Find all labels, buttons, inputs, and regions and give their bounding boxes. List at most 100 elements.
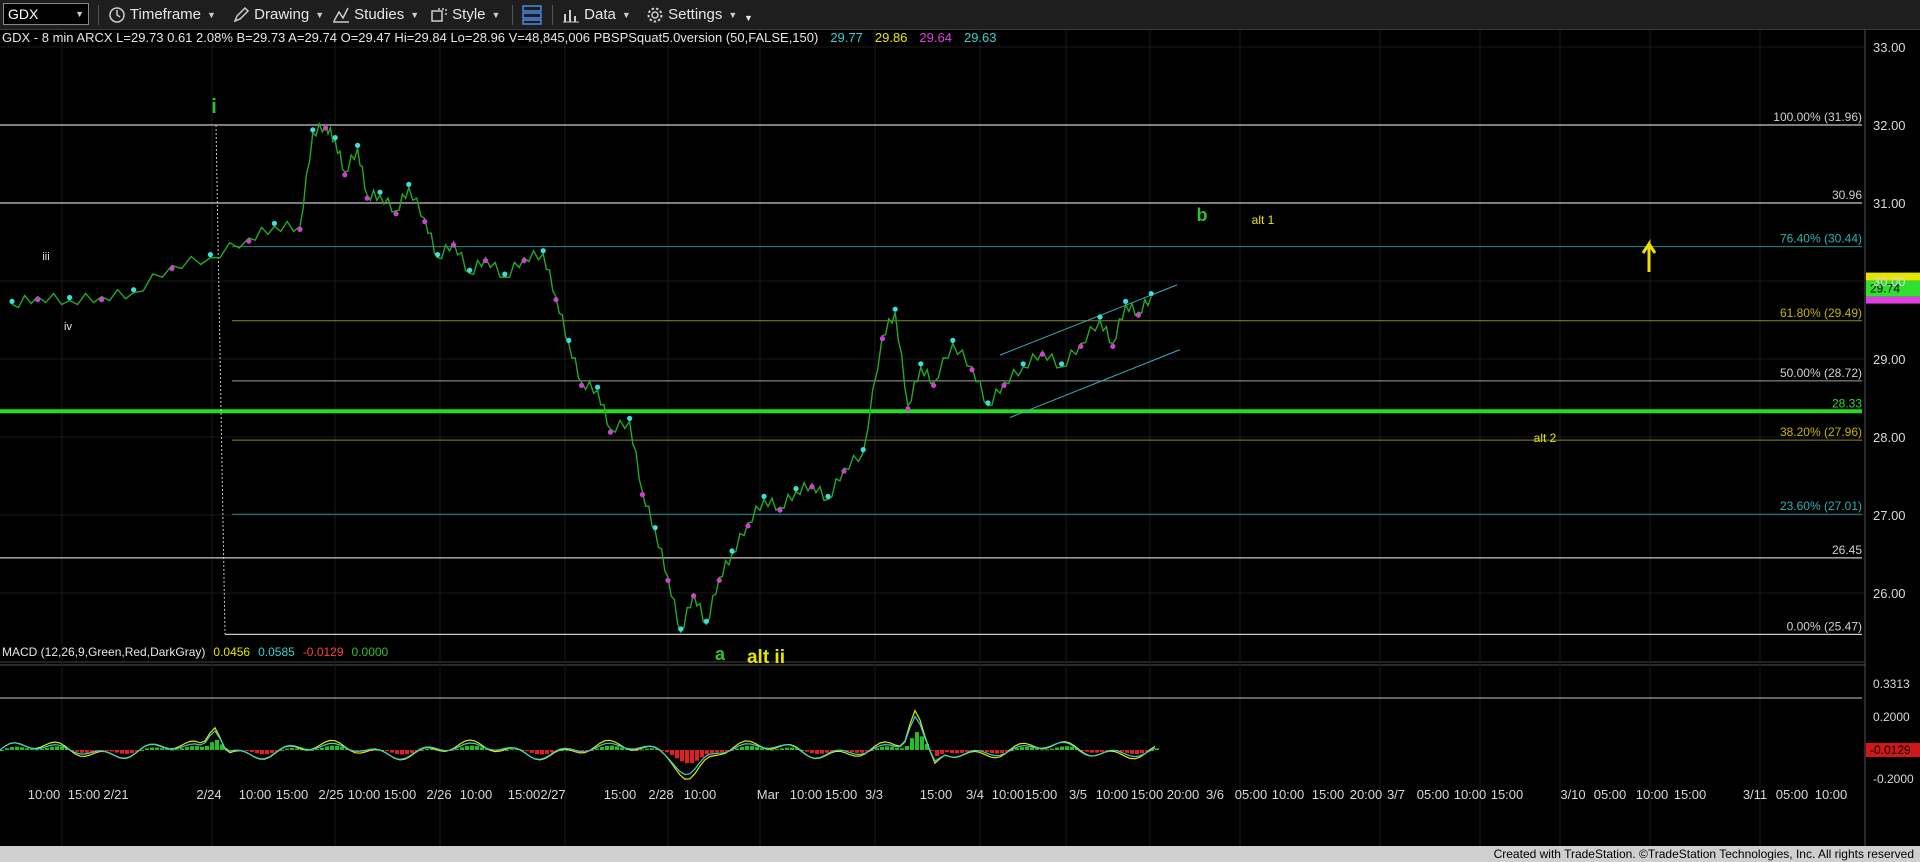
- pivot-marker: [627, 415, 633, 421]
- pivot-marker: [451, 242, 457, 248]
- price-tick-label: 28.00: [1873, 430, 1906, 445]
- macd-histogram-bar: [260, 750, 264, 755]
- macd-histogram-bar: [270, 750, 274, 754]
- macd-histogram-bar: [605, 745, 609, 750]
- macd-histogram-bar: [280, 749, 284, 751]
- time-tick-label: 3/6: [1206, 787, 1224, 802]
- pivot-marker: [553, 297, 559, 303]
- time-tick-label: 3/5: [1069, 787, 1087, 802]
- chevron-down-icon: ▼: [315, 10, 325, 21]
- toolbar-separator: [552, 5, 553, 25]
- pivot-marker: [393, 211, 399, 217]
- macd-histogram-bar: [650, 748, 654, 750]
- info-segment: 29.77: [830, 30, 863, 45]
- macd-histogram-bar: [670, 750, 674, 756]
- pivot-marker: [950, 337, 956, 343]
- timeframe-label: Timeframe: [129, 6, 202, 23]
- time-tick-label: 05:00: [1594, 787, 1627, 802]
- macd-histogram-bar: [120, 750, 124, 754]
- macd-histogram-bar: [1090, 750, 1094, 753]
- time-tick-label: 15:00: [1025, 787, 1058, 802]
- pivot-marker: [1135, 312, 1141, 318]
- macd-histogram-bar: [460, 747, 464, 750]
- settings-menu[interactable]: Settings ▼: [646, 3, 737, 27]
- time-tick-label: 10:00: [1454, 787, 1487, 802]
- macd-histogram-bar: [150, 747, 154, 750]
- macd-histogram-bar: [75, 750, 79, 752]
- time-tick-label: 15:00: [920, 787, 953, 802]
- macd-histogram-bar: [720, 750, 724, 753]
- pivot-marker: [745, 523, 751, 529]
- pivot-marker: [1123, 298, 1129, 304]
- macd-histogram-bar: [705, 750, 709, 755]
- macd-histogram-bar: [40, 748, 44, 750]
- macd-histogram-bar: [170, 749, 174, 751]
- layout-button[interactable]: [521, 3, 543, 27]
- price-chart[interactable]: GDX - 8 min ARCX L=29.73 0.61 2.08% B=29…: [0, 30, 1920, 846]
- macd-histogram-bar: [1020, 747, 1024, 750]
- pivot-marker: [879, 336, 886, 342]
- time-tick-label: 15:00: [68, 787, 101, 802]
- macd-histogram-bar: [400, 750, 404, 755]
- macd-histogram-bar: [200, 746, 204, 750]
- drawing-menu[interactable]: Drawing ▼: [232, 3, 324, 27]
- macd-info-segment: MACD (12,26,9,Green,Red,DarkGray): [2, 645, 205, 659]
- macd-top-label: 0.3313: [1873, 677, 1910, 691]
- macd-histogram-bar: [955, 750, 959, 754]
- pivot-marker: [521, 258, 527, 264]
- macd-histogram-bar: [935, 750, 939, 757]
- macd-histogram-bar: [995, 750, 999, 754]
- macd-info-segment: -0.0129: [303, 645, 344, 659]
- macd-histogram-bar: [510, 749, 514, 751]
- macd-histogram-bar: [745, 745, 749, 750]
- macd-histogram-bar: [775, 749, 779, 751]
- macd-histogram-bar: [125, 750, 129, 754]
- time-tick-label: 15:00: [604, 787, 637, 802]
- macd-histogram-bar: [385, 750, 389, 752]
- data-menu[interactable]: Data ▼: [562, 3, 631, 27]
- pivot-marker: [332, 135, 338, 141]
- macd-histogram-bar: [455, 748, 459, 750]
- style-label: Style: [452, 6, 486, 23]
- symbol-info-line: GDX - 8 min ARCX L=29.73 0.61 2.08% B=29…: [2, 30, 997, 45]
- pivot-marker: [703, 618, 710, 624]
- macd-histogram-bar: [10, 746, 14, 750]
- symbol-dropdown[interactable]: GDX ▼: [3, 3, 89, 25]
- level-label: 26.45: [1832, 543, 1862, 557]
- macd-histogram-bar: [1045, 749, 1049, 751]
- level-label: 50.00% (28.72): [1780, 366, 1862, 380]
- macd-histogram-bar: [525, 750, 529, 752]
- macd-histogram-bar: [945, 750, 949, 753]
- pivot-marker: [777, 507, 783, 513]
- macd-histogram-bar: [210, 742, 214, 750]
- studies-menu[interactable]: Studies ▼: [332, 3, 419, 27]
- pivot-marker: [1039, 351, 1045, 357]
- macd-histogram-bar: [80, 750, 84, 753]
- level-label: 76.40% (30.44): [1780, 232, 1862, 246]
- time-tick-label: 3/4: [966, 787, 984, 802]
- macd-tick-label: -0.2000: [1873, 772, 1914, 786]
- level-label: 61.80% (29.49): [1780, 306, 1862, 320]
- pivot-marker: [985, 400, 991, 406]
- chevron-down-icon: ▼: [744, 13, 753, 23]
- timeframe-menu[interactable]: Timeframe ▼: [108, 3, 216, 27]
- clock-icon: [109, 7, 125, 23]
- macd-histogram-bar: [950, 750, 954, 754]
- toolbar-overflow-button[interactable]: ▼: [744, 6, 753, 30]
- macd-histogram-bar: [790, 747, 794, 750]
- macd-histogram-bar: [115, 750, 119, 753]
- pivot-marker: [892, 306, 898, 312]
- macd-histogram-bar: [405, 750, 409, 755]
- chart-background: [0, 30, 1920, 846]
- style-menu[interactable]: Style ▼: [430, 3, 500, 27]
- time-tick-label: 3/3: [865, 787, 883, 802]
- wave-label: iv: [64, 321, 72, 333]
- last-price-tag-low: [1866, 296, 1920, 304]
- macd-histogram-bar: [60, 746, 64, 750]
- time-tick-label: 3/7: [1387, 787, 1405, 802]
- macd-histogram-bar: [675, 750, 679, 759]
- settings-label: Settings: [668, 6, 723, 23]
- pivot-marker: [1059, 361, 1065, 367]
- pivot-marker: [377, 189, 383, 195]
- macd-histogram-bar: [410, 750, 414, 753]
